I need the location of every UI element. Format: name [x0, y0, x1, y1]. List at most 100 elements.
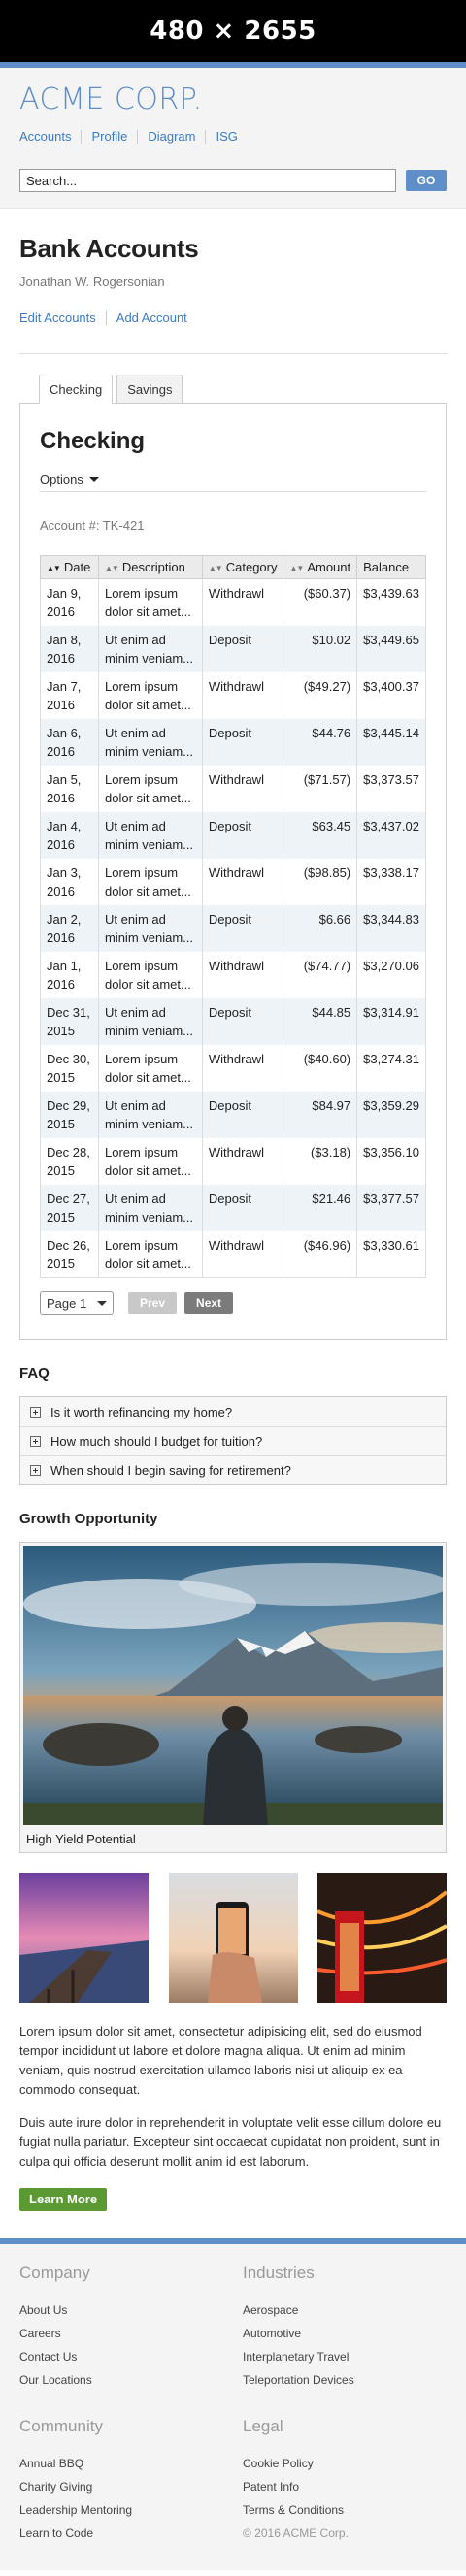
cell-amount: ($71.57) — [283, 765, 358, 812]
cell-amount: $44.76 — [283, 718, 358, 766]
column-header-amount[interactable]: ▲▼ Amount — [283, 555, 358, 579]
nav-accounts[interactable]: Accounts — [19, 130, 81, 144]
footer-grid: Company About Us Careers Contact Us Our … — [19, 2264, 447, 2545]
cell-amount: ($3.18) — [283, 1137, 358, 1185]
cell-description: Lorem ipsum dolor sit amet... — [97, 1137, 203, 1185]
prev-button[interactable]: Prev — [128, 1292, 178, 1314]
options-label: Options — [40, 473, 83, 487]
next-button[interactable]: Next — [184, 1292, 234, 1314]
add-account-link[interactable]: Add Account — [105, 311, 197, 325]
column-header-category[interactable]: ▲▼ Category — [201, 555, 284, 579]
footer-link[interactable]: Careers — [19, 2322, 243, 2345]
search-input[interactable] — [19, 169, 396, 192]
logo[interactable]: ACME CORP. — [19, 83, 447, 116]
cell-description: Ut enim ad minim veniam... — [97, 625, 203, 672]
expand-plus-icon — [30, 1436, 41, 1447]
footer-heading: Industries — [243, 2264, 315, 2282]
sort-icon: ▲▼ — [208, 564, 223, 572]
footer-link[interactable]: Teleportation Devices — [243, 2368, 447, 2392]
tab-savings[interactable]: Savings — [116, 375, 183, 404]
sort-icon: ▲▼ — [104, 564, 119, 572]
cell-category: Withdrawl — [201, 1137, 284, 1185]
pagination: Page 1 Prev Next — [40, 1291, 426, 1315]
learn-more-button[interactable]: Learn More — [19, 2188, 108, 2211]
footer-link[interactable]: Learn to Code — [19, 2522, 243, 2545]
cell-balance: $3,359.29 — [356, 1091, 426, 1138]
footer-link[interactable]: Interplanetary Travel — [243, 2345, 447, 2368]
cell-category: Deposit — [201, 625, 284, 672]
cell-category: Withdrawl — [201, 1044, 284, 1092]
faq-item[interactable]: How much should I budget for tuition? — [20, 1426, 446, 1455]
tab-checking[interactable]: Checking — [39, 375, 114, 404]
page-select[interactable]: Page 1 — [40, 1291, 114, 1315]
cell-balance: $3,330.61 — [356, 1230, 426, 1278]
checking-panel: Checking Options Account #: TK-421 ▲▼ Dat… — [19, 403, 447, 1340]
pier-sunset-thumbnail[interactable] — [19, 1873, 149, 2003]
footer-link[interactable]: Patent Info — [243, 2475, 447, 2498]
cell-description: Lorem ipsum dolor sit amet... — [97, 578, 203, 626]
site-header: ACME CORP. Accounts Profile Diagram ISG … — [0, 68, 466, 209]
nav-profile[interactable]: Profile — [81, 130, 137, 144]
nav-diagram[interactable]: Diagram — [137, 130, 205, 144]
cell-balance: $3,270.06 — [356, 951, 426, 998]
footer-link[interactable]: Our Locations — [19, 2368, 243, 2392]
phone-beach-thumbnail[interactable] — [168, 1873, 298, 2003]
options-dropdown[interactable]: Options — [40, 473, 426, 492]
cell-balance: $3,400.37 — [356, 671, 426, 719]
body-copy: Lorem ipsum dolor sit amet, consectetur … — [19, 2022, 447, 2171]
thumbnail-gallery — [19, 1873, 447, 2003]
cell-amount: ($46.96) — [283, 1230, 358, 1278]
faq-item[interactable]: Is it worth refinancing my home? — [20, 1397, 446, 1426]
cell-balance: $3,314.91 — [356, 997, 426, 1045]
phone-booth-night-thumbnail[interactable] — [317, 1873, 447, 2003]
column-label: Category — [225, 560, 278, 574]
faq-accordion: Is it worth refinancing my home? How muc… — [19, 1396, 447, 1485]
account-owner: Jonathan W. Rogersonian — [19, 275, 165, 289]
table-row: Dec 27, 2015 Ut enim ad minim veniam... De… — [40, 1184, 426, 1231]
footer-column-industries: Industries Aerospace Automotive Interpla… — [243, 2264, 447, 2392]
footer-column-legal: Legal Cookie Policy Patent Info Terms & … — [243, 2417, 447, 2545]
cell-date: Jan 6, 2016 — [40, 718, 99, 766]
footer-link[interactable]: Terms & Conditions — [243, 2498, 447, 2522]
footer-link[interactable]: Automotive — [243, 2322, 447, 2345]
footer-link[interactable]: About Us — [19, 2299, 243, 2322]
mountain-lake-photo — [23, 1546, 443, 1825]
cell-amount: $63.45 — [283, 811, 358, 859]
footer-link[interactable]: Cookie Policy — [243, 2452, 447, 2475]
footer-column-company: Company About Us Careers Contact Us Our … — [19, 2264, 243, 2392]
faq-item[interactable]: When should I begin saving for retiremen… — [20, 1455, 446, 1484]
cell-date: Dec 31, 2015 — [40, 997, 99, 1045]
cell-date: Jan 8, 2016 — [40, 625, 99, 672]
footer-link[interactable]: Contact Us — [19, 2345, 243, 2368]
faq-question: How much should I budget for tuition? — [50, 1434, 263, 1449]
main-nav: Accounts Profile Diagram ISG — [19, 130, 447, 144]
table-row: Dec 29, 2015 Ut enim ad minim veniam... De… — [40, 1091, 426, 1138]
cell-balance: $3,449.65 — [356, 625, 426, 672]
table-row: Jan 5, 2016 Lorem ipsum dolor sit amet...… — [40, 765, 426, 812]
column-header-date[interactable]: ▲▼ Date — [40, 555, 99, 579]
cell-category: Withdrawl — [201, 1230, 284, 1278]
cell-date: Dec 27, 2015 — [40, 1184, 99, 1231]
footer-link[interactable]: Annual BBQ — [19, 2452, 243, 2475]
account-tabs: Checking Savings — [19, 375, 447, 404]
column-label: Description — [121, 560, 185, 574]
search-go-button[interactable]: GO — [406, 170, 447, 191]
footer-link[interactable]: Charity Giving — [19, 2475, 243, 2498]
cell-balance: $3,439.63 — [356, 578, 426, 626]
cell-category: Deposit — [201, 997, 284, 1045]
growth-title: Growth Opportunity — [19, 1511, 158, 1527]
cell-category: Withdrawl — [201, 765, 284, 812]
copyright: © 2016 ACME Corp. — [243, 2527, 349, 2540]
cell-description: Lorem ipsum dolor sit amet... — [97, 765, 203, 812]
nav-isg[interactable]: ISG — [205, 130, 247, 144]
column-header-description[interactable]: ▲▼ Description — [97, 555, 203, 579]
cell-date: Dec 29, 2015 — [40, 1091, 99, 1138]
footer-link[interactable]: Aerospace — [243, 2299, 447, 2322]
image-caption: High Yield Potential — [26, 1831, 136, 1846]
edit-accounts-link[interactable]: Edit Accounts — [19, 311, 106, 325]
table-row: Jan 9, 2016 Lorem ipsum dolor sit amet...… — [40, 578, 426, 626]
column-header-balance[interactable]: Balance — [356, 555, 426, 579]
column-label: Date — [63, 560, 91, 574]
cell-balance: $3,373.57 — [356, 765, 426, 812]
footer-link[interactable]: Leadership Mentoring — [19, 2498, 243, 2522]
